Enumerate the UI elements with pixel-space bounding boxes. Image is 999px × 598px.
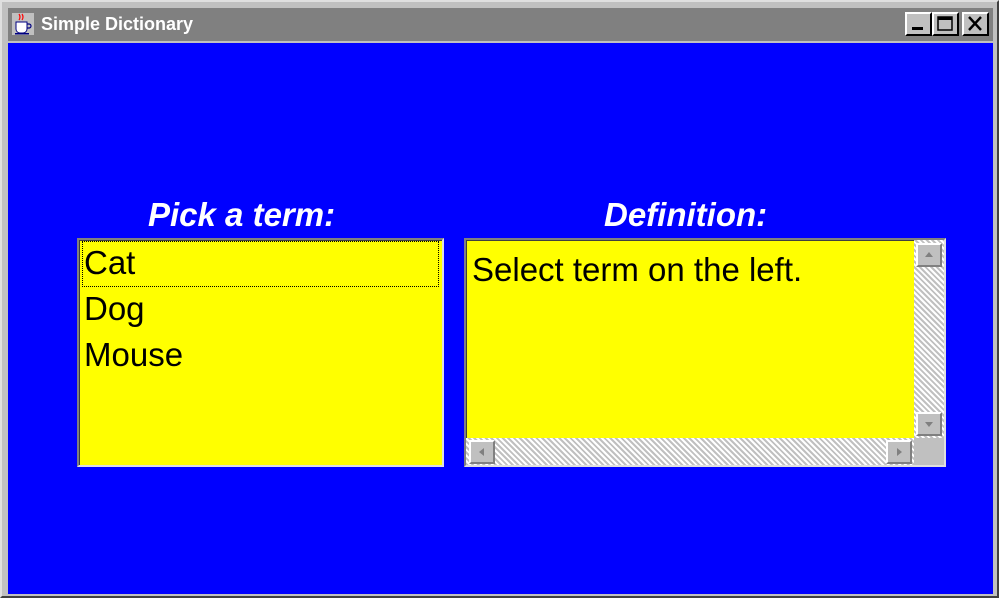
arrow-right-icon bbox=[897, 448, 902, 456]
term-list[interactable]: Cat Dog Mouse bbox=[77, 238, 444, 467]
definition-textarea[interactable]: Select term on the left. bbox=[464, 238, 946, 467]
arrow-up-icon bbox=[925, 252, 933, 257]
minimize-button[interactable] bbox=[905, 12, 932, 36]
arrow-left-icon bbox=[479, 448, 484, 456]
maximize-button[interactable] bbox=[932, 12, 959, 36]
scrollbar-corner bbox=[914, 438, 944, 465]
client-area: Pick a term: Definition: Cat Dog Mouse S… bbox=[8, 43, 993, 594]
vertical-scrollbar[interactable] bbox=[914, 240, 944, 438]
arrow-down-icon bbox=[925, 422, 933, 427]
window-title: Simple Dictionary bbox=[41, 14, 194, 34]
definition-text: Select term on the left. bbox=[472, 251, 803, 288]
scroll-right-button[interactable] bbox=[886, 440, 912, 464]
close-icon bbox=[968, 16, 982, 31]
minimize-icon bbox=[912, 27, 923, 30]
list-item-cat[interactable]: Cat bbox=[82, 241, 439, 287]
title-bar[interactable]: Simple Dictionary bbox=[8, 8, 993, 41]
list-item-dog[interactable]: Dog bbox=[82, 287, 439, 333]
scroll-up-button[interactable] bbox=[916, 243, 942, 267]
definition-label: Definition: bbox=[604, 196, 768, 233]
horizontal-scrollbar[interactable] bbox=[466, 438, 914, 465]
app-window: Simple Dictionary Pick a term: Definitio… bbox=[0, 0, 999, 598]
list-item-mouse[interactable]: Mouse bbox=[82, 333, 439, 379]
scroll-down-button[interactable] bbox=[916, 412, 942, 436]
maximize-icon bbox=[937, 16, 953, 31]
java-cup-icon[interactable] bbox=[12, 13, 34, 35]
pick-term-label: Pick a term: bbox=[148, 196, 336, 233]
scroll-left-button[interactable] bbox=[469, 440, 495, 464]
close-button[interactable] bbox=[962, 12, 989, 36]
